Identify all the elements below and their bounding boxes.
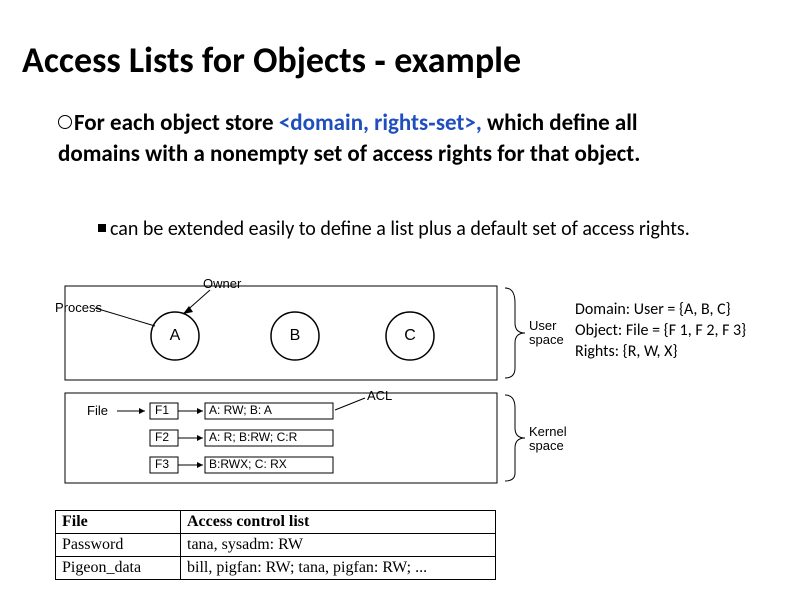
label-user-space1: User <box>529 318 556 333</box>
square-bullet-icon <box>98 224 106 232</box>
bullet-level2: can be extended easily to define a list … <box>98 216 718 242</box>
bullet-level1: For each object store <domain, rights‐se… <box>58 108 708 170</box>
acl-row3: B:RWX; C: RX <box>209 457 287 471</box>
circle-a: A <box>168 327 182 345</box>
label-f1: F1 <box>155 403 169 417</box>
diagram-svg <box>55 278 560 500</box>
circle-b: B <box>288 327 302 345</box>
label-kernel1: Kernel <box>529 424 567 439</box>
acl-row1: A: RW; B: A <box>209 403 272 417</box>
label-process: Process <box>55 300 102 315</box>
bullet2-text: can be extended easily to define a list … <box>110 217 690 241</box>
label-f2: F2 <box>155 430 169 444</box>
th-acl: Access control list <box>181 511 496 534</box>
table-row: File Access control list <box>56 511 496 534</box>
bullet1-text-pre: For each object store <box>74 109 279 137</box>
td-acl: tana, sysadm: RW <box>181 534 496 557</box>
legend-object: Object: File = {F 1, F 2, F 3} <box>575 321 746 342</box>
label-user-space2: space <box>529 332 564 347</box>
th-file: File <box>56 511 181 534</box>
label-f3: F3 <box>155 457 169 471</box>
label-acl: ACL <box>367 388 392 403</box>
slide: Access Lists for Objects ‐ example For e… <box>0 0 794 595</box>
td-file: Pigeon_data <box>56 557 181 580</box>
acl-row2: A: R; B:RW; C:R <box>209 430 297 444</box>
td-file: Password <box>56 534 181 557</box>
table-row: Password tana, sysadm: RW <box>56 534 496 557</box>
legend-domain: Domain: User = {A, B, C} <box>575 300 746 321</box>
label-owner: Owner <box>203 276 241 291</box>
table-row: Pigeon_data bill, pigfan: RW; tana, pigf… <box>56 557 496 580</box>
acl-table: File Access control list Password tana, … <box>55 510 496 580</box>
td-acl: bill, pigfan: RW; tana, pigfan: RW; ... <box>181 557 496 580</box>
legend-rights: Rights: {R, W, X} <box>575 342 746 363</box>
acl-diagram: Process Owner A B C User space File F1 F… <box>55 278 560 500</box>
legend-text: Domain: User = {A, B, C} Object: File = … <box>575 300 746 362</box>
label-kernel2: space <box>529 438 564 453</box>
slide-title: Access Lists for Objects ‐ example <box>22 38 521 82</box>
bullet1-text-blue: <domain, rights‐set>, <box>279 109 482 137</box>
circle-bullet-icon <box>58 115 72 129</box>
circle-c: C <box>403 327 417 345</box>
label-file: File <box>87 403 108 418</box>
